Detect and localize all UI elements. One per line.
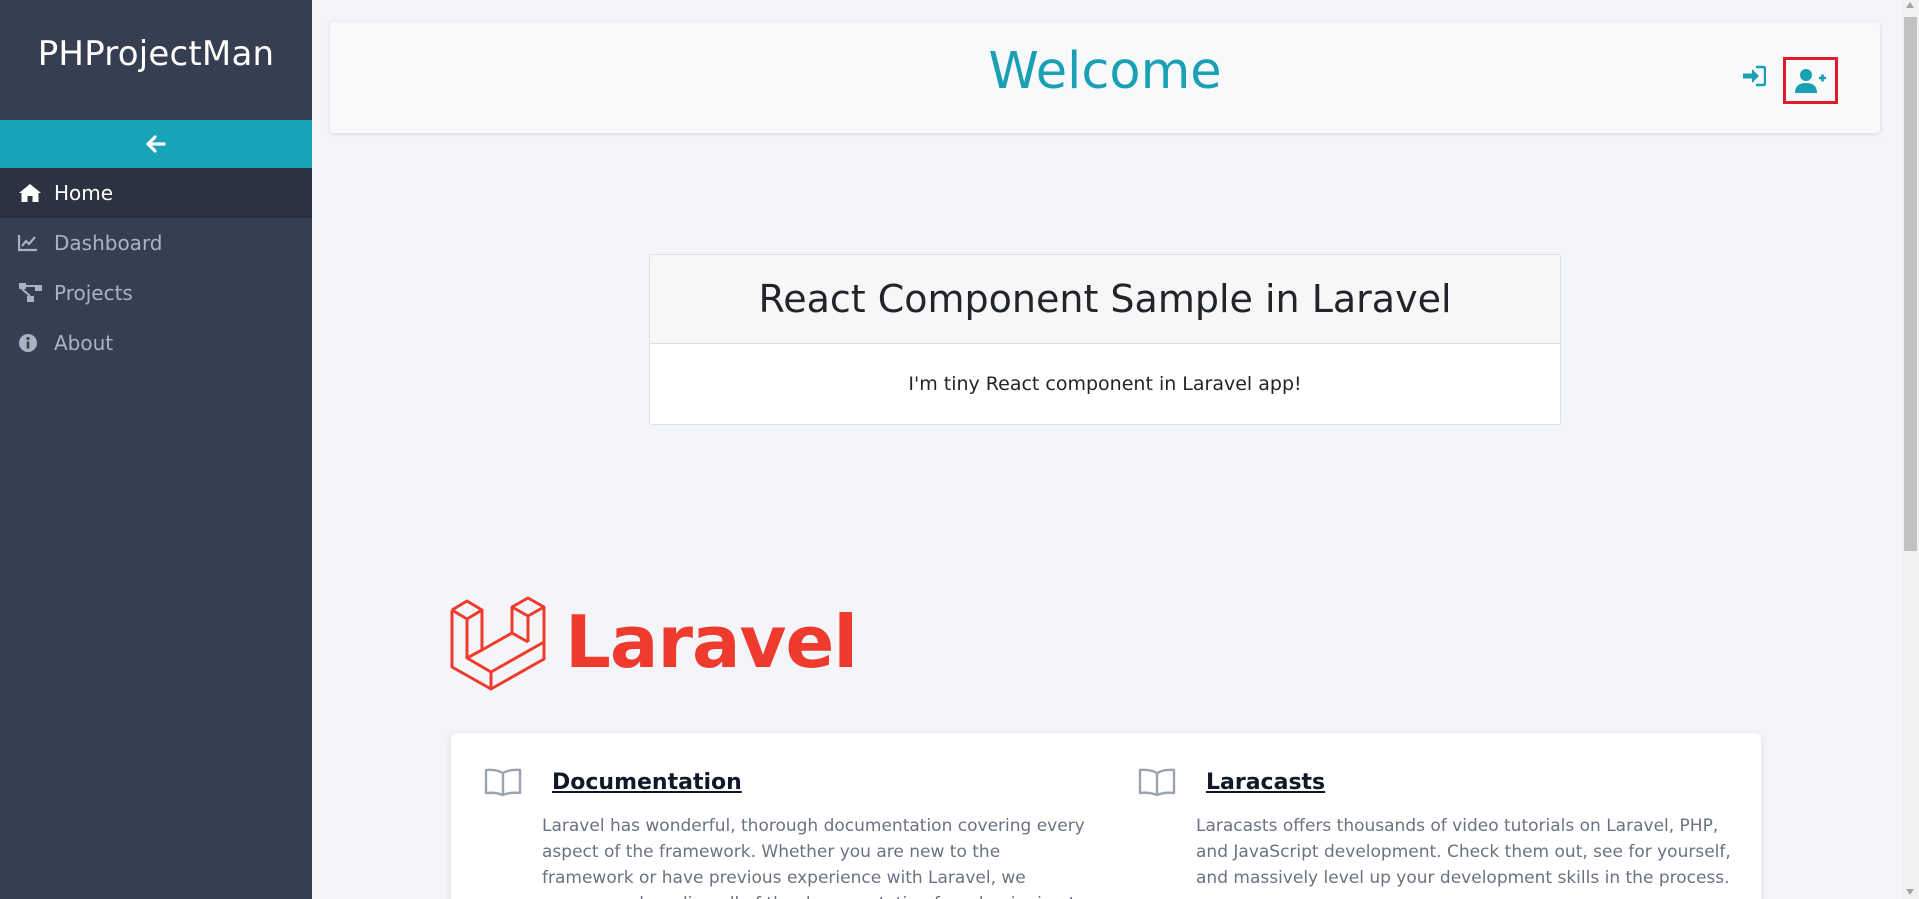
sidebar-item-home[interactable]: Home — [0, 168, 312, 218]
laravel-logo: Laravel — [449, 592, 858, 692]
arrow-left-icon — [146, 135, 166, 153]
page-title: Welcome — [988, 42, 1222, 101]
link-block-laracasts: Laracasts Laracasts offers thousands of … — [1138, 765, 1731, 891]
book-icon — [484, 768, 522, 797]
sidebar-item-label: Home — [54, 181, 114, 205]
sidebar-item-label: About — [54, 331, 114, 355]
app-brand[interactable]: PHProjectMan — [0, 0, 312, 120]
scroll-down-arrow-icon[interactable] — [1906, 889, 1914, 895]
project-diagram-icon — [18, 281, 46, 305]
sidebar-collapse-button[interactable] — [0, 120, 312, 168]
scroll-up-arrow-icon[interactable] — [1906, 2, 1914, 8]
link-description: Laravel has wonderful, thorough document… — [542, 816, 1086, 899]
sidebar: PHProjectMan Home Dashboard Projects Abo… — [0, 0, 312, 899]
chart-line-icon — [18, 231, 46, 255]
laravel-wordmark: Laravel — [565, 600, 858, 684]
laravel-links-panel: Documentation Laravel has wonderful, tho… — [451, 733, 1761, 899]
home-icon — [18, 181, 46, 205]
sidebar-item-label: Projects — [54, 281, 133, 305]
sign-in-icon — [1743, 65, 1767, 87]
book-icon — [1138, 768, 1176, 797]
card-body: I'm tiny React component in Laravel app! — [908, 373, 1302, 395]
link-description: Laracasts offers thousands of video tuto… — [1196, 816, 1731, 888]
sidebar-item-projects[interactable]: Projects — [0, 268, 312, 318]
sidebar-item-dashboard[interactable]: Dashboard — [0, 218, 312, 268]
sidebar-item-about[interactable]: About — [0, 318, 312, 368]
login-button[interactable] — [1742, 65, 1768, 89]
react-component-card: React Component Sample in Laravel I'm ti… — [649, 254, 1561, 425]
sidebar-item-label: Dashboard — [54, 231, 163, 255]
documentation-link[interactable]: Documentation — [552, 770, 742, 795]
card-header: React Component Sample in Laravel — [650, 255, 1560, 344]
register-button[interactable] — [1783, 57, 1838, 104]
vertical-scrollbar[interactable] — [1902, 0, 1919, 899]
page-header: Welcome — [330, 22, 1880, 133]
user-plus-icon — [1794, 68, 1826, 93]
laravel-logomark-icon — [450, 596, 546, 691]
link-block-documentation: Documentation Laravel has wonderful, tho… — [484, 765, 1086, 899]
scrollbar-thumb[interactable] — [1904, 17, 1917, 551]
info-circle-icon — [18, 331, 46, 355]
laracasts-link[interactable]: Laracasts — [1206, 770, 1325, 795]
